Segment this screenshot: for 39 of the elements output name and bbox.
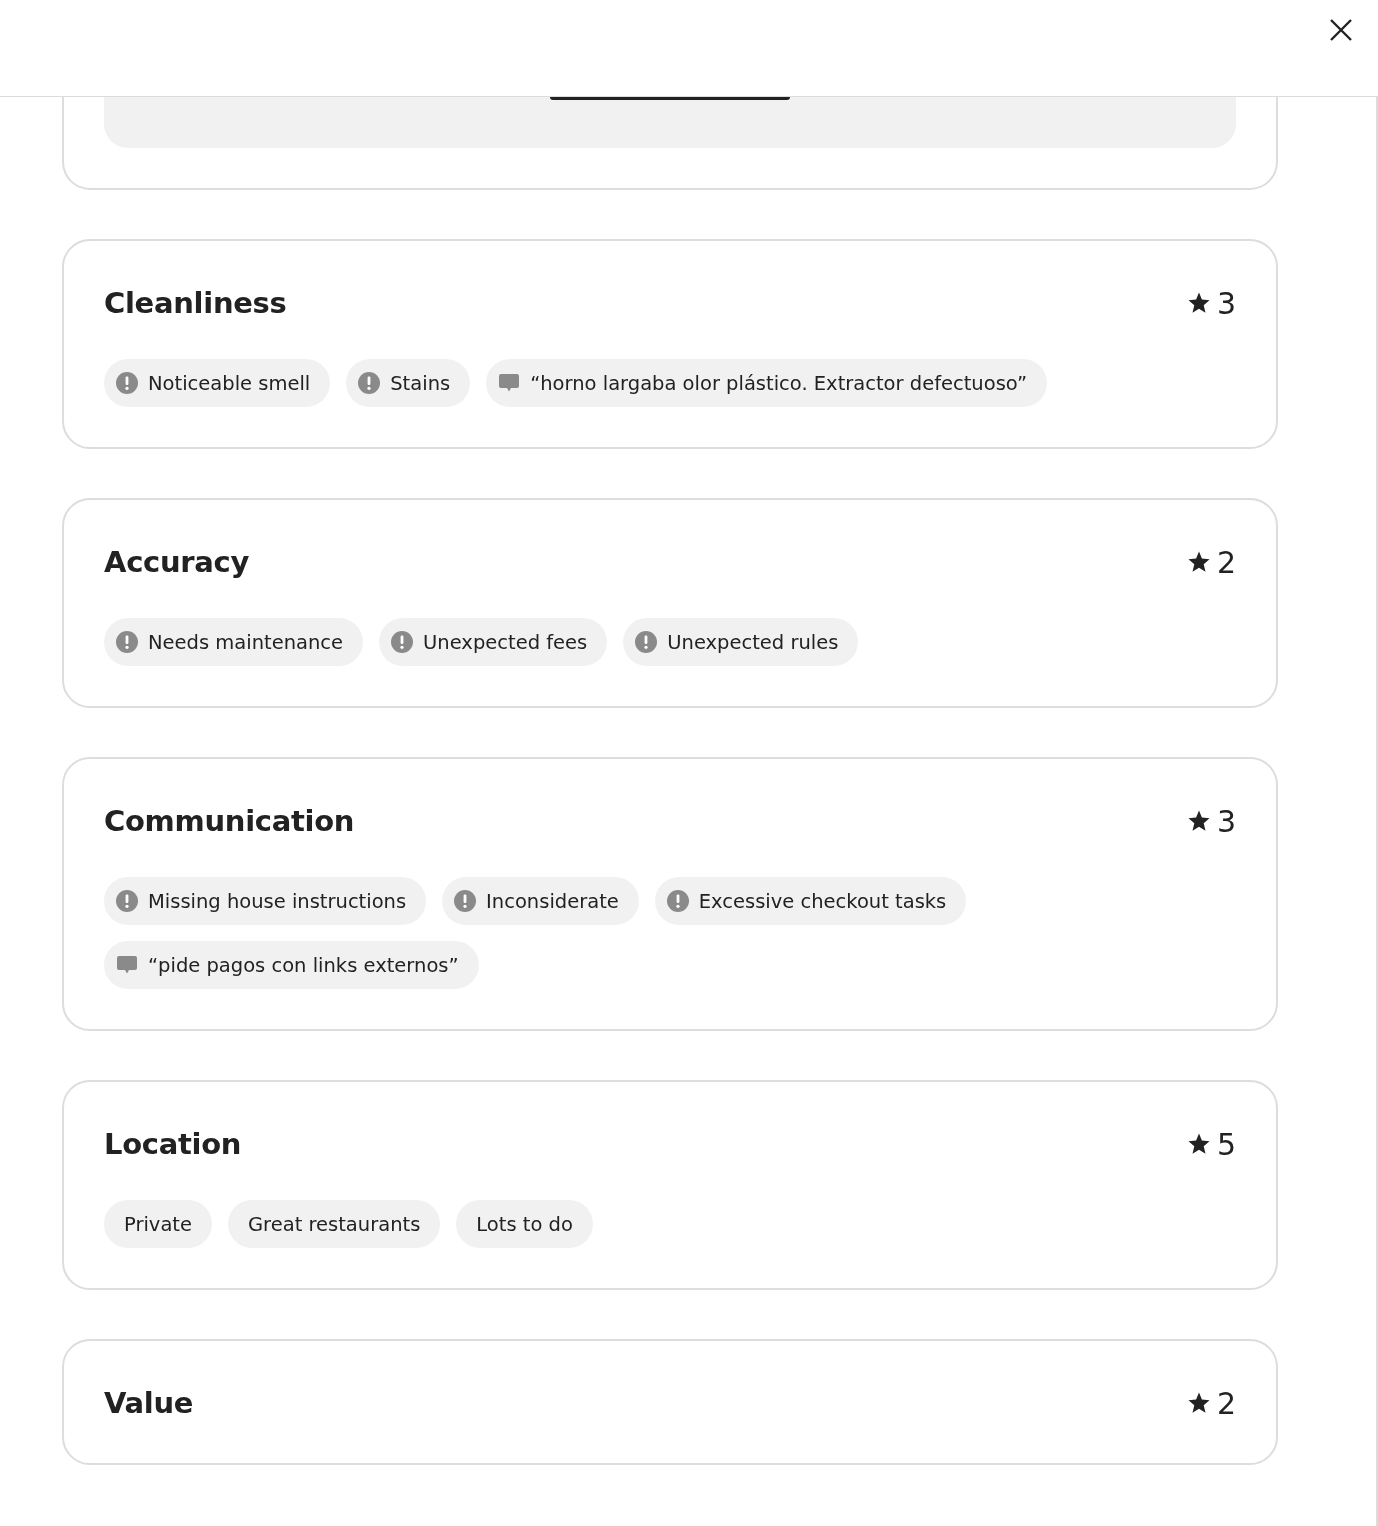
tag-chip: Unexpected rules — [623, 618, 859, 666]
star-icon — [1186, 809, 1211, 833]
exclamation-icon — [454, 890, 477, 912]
tag-chip: Needs maintenance — [104, 618, 364, 666]
star-icon — [1186, 550, 1211, 574]
tag-chip: Private — [104, 1200, 212, 1248]
exclamation-icon — [116, 890, 138, 912]
tag-chip: Inconsiderate — [442, 877, 639, 925]
tag-chip: Missing house instructions — [104, 877, 427, 925]
tag-chip: “horno largaba olor plástico. Extractor defectuoso” — [486, 359, 1048, 407]
category-title: Accuracy — [104, 545, 250, 579]
close-icon[interactable] — [1329, 18, 1353, 42]
speech-bubble-icon — [116, 954, 138, 976]
category-title: Cleanliness — [104, 286, 287, 320]
tag-chip: Excessive checkout tasks — [654, 877, 967, 925]
exclamation-icon — [358, 372, 381, 394]
category-title: Location — [104, 1127, 242, 1161]
tag-chip: Noticeable smell — [104, 359, 331, 407]
exclamation-icon — [666, 890, 689, 912]
tag-chip: Stains — [346, 359, 471, 407]
exclamation-icon — [391, 631, 414, 653]
exclamation-icon — [635, 631, 658, 653]
star-icon — [1186, 1132, 1211, 1156]
rating-value: 2 — [1216, 1385, 1236, 1421]
exclamation-icon — [116, 372, 138, 394]
star-icon — [1186, 291, 1211, 315]
star-icon — [1186, 1391, 1211, 1415]
category-title: Communication — [104, 804, 355, 838]
category-title: Value — [104, 1386, 194, 1420]
rating-value: 3 — [1216, 285, 1236, 321]
rating-value: 3 — [1216, 803, 1236, 839]
tag-chip: Lots to do — [456, 1200, 593, 1248]
speech-bubble-icon — [498, 372, 521, 394]
exclamation-icon — [116, 631, 138, 653]
tag-chip: Great restaurants — [228, 1200, 441, 1248]
rating-value: 2 — [1216, 544, 1236, 580]
rating-value: 5 — [1216, 1126, 1236, 1162]
tag-chip: “pide pagos con links externos” — [104, 941, 479, 989]
tag-chip: Unexpected fees — [379, 618, 608, 666]
